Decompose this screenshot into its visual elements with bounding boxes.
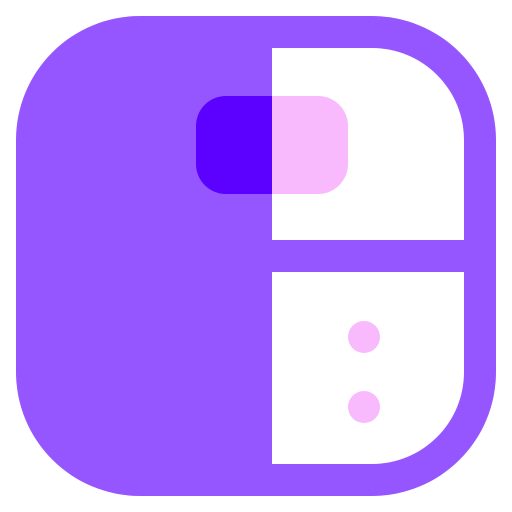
dot-top	[348, 321, 380, 353]
bottom-right-panel	[272, 272, 464, 464]
dot-bottom	[348, 391, 380, 423]
tag-icon	[196, 96, 348, 194]
split-panel-app-icon	[16, 16, 496, 496]
